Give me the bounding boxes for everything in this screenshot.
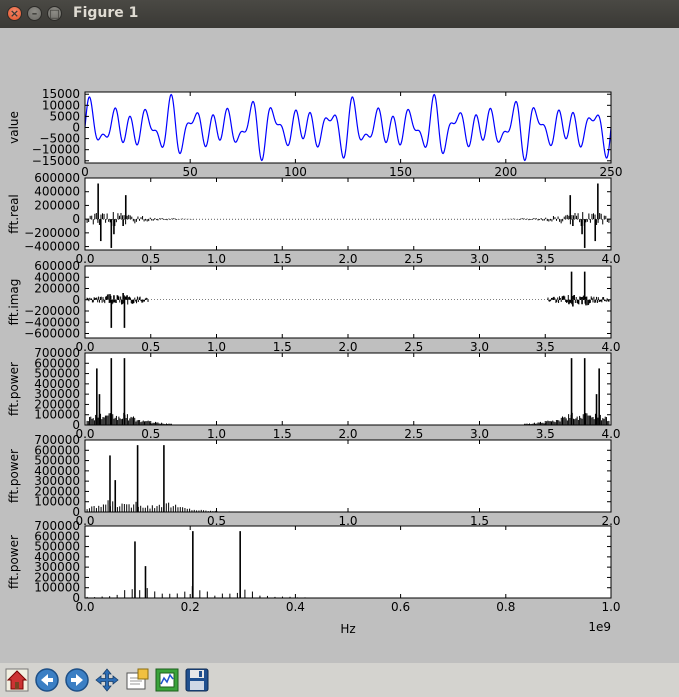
x-tick-label: 1.0 (601, 600, 620, 614)
minimize-window-button[interactable]: – (27, 6, 42, 21)
y-tick-label: 200000 (34, 198, 80, 212)
x-tick-label: 3.0 (470, 427, 489, 441)
x-tick-label: 4.0 (601, 252, 620, 266)
x-tick-label: 1.5 (273, 252, 292, 266)
subplot-1: 0 50 100 150 200 250150001000050000−5000−1000… (7, 87, 622, 179)
subplots-button[interactable] (153, 666, 181, 694)
save-button[interactable] (183, 666, 211, 694)
window-title: Figure 1 (73, 5, 139, 21)
subplot-4: 0.0 0.5 1.0 1.5 2.0 2.5 3.0 3.5 4.07000006000005… (7, 346, 621, 441)
floppy-disk-icon (185, 668, 209, 692)
close-window-button[interactable]: × (7, 6, 22, 21)
x-tick-label: 1.5 (273, 427, 292, 441)
back-button[interactable] (33, 666, 61, 694)
arrow-left-icon (35, 668, 59, 692)
maximize-window-button[interactable]: □ (47, 6, 62, 21)
move-icon (95, 668, 119, 692)
x-tick-label: 0.5 (141, 427, 160, 441)
y-axis-label: value (7, 111, 21, 144)
y-tick-label: −600000 (24, 327, 80, 341)
x-tick-label: 4.0 (601, 340, 620, 354)
x-tick-label: 1.0 (207, 340, 226, 354)
x-tick-label: 200 (494, 165, 517, 179)
axes-background (85, 353, 611, 425)
x-tick-label: 0.2 (181, 600, 200, 614)
y-axis-label: fft.power (7, 535, 21, 589)
zoom-rect-icon (126, 668, 149, 690)
y-tick-label: −400000 (24, 240, 80, 254)
x-tick-label: 1.5 (273, 340, 292, 354)
x-tick-label: 0.4 (286, 600, 305, 614)
y-tick-label: 0 (72, 418, 80, 432)
x-tick-label: 3.5 (536, 427, 555, 441)
x-tick-label: 2.0 (338, 252, 357, 266)
y-axis-label: fft.imag (7, 279, 21, 326)
x-tick-label: 0.8 (496, 600, 515, 614)
arrow-right-icon (65, 668, 89, 692)
y-tick-label: 0 (72, 591, 80, 605)
x-tick-label: 0.5 (141, 252, 160, 266)
navigation-toolbar (0, 663, 679, 697)
home-icon (5, 668, 29, 692)
y-tick-label: −200000 (24, 226, 80, 240)
window-titlebar: × – □ Figure 1 (0, 0, 679, 28)
y-tick-label: 600000 (34, 171, 80, 185)
y-tick-label: 0 (72, 505, 80, 519)
y-axis-label: fft.power (7, 362, 21, 416)
x-tick-label: 0 (81, 165, 89, 179)
home-button[interactable] (3, 666, 31, 694)
x-axis-multiplier: 1e9 (588, 620, 611, 634)
forward-button[interactable] (63, 666, 91, 694)
x-tick-label: 100 (284, 165, 307, 179)
y-axis-label: fft.real (7, 194, 21, 234)
x-tick-label: 3.0 (470, 340, 489, 354)
x-tick-label: 1.0 (207, 252, 226, 266)
zoom-button[interactable] (123, 666, 151, 694)
y-tick-label: −15000 (32, 154, 80, 168)
x-tick-label: 2.5 (404, 427, 423, 441)
x-tick-label: 3.0 (470, 252, 489, 266)
subplots-icon (155, 668, 179, 692)
subplot-2: 0.0 0.5 1.0 1.5 2.0 2.5 3.0 3.5 4.06000004000002… (7, 171, 621, 266)
y-tick-label: 400000 (34, 185, 80, 199)
axes-background (85, 178, 611, 250)
x-tick-label: 2.5 (404, 252, 423, 266)
figure-canvas[interactable]: 0 50 100 150 200 250150001000050000−5000−1000… (0, 28, 679, 663)
x-axis-label: Hz (340, 622, 355, 636)
pan-button[interactable] (93, 666, 121, 694)
y-tick-label: 0 (72, 212, 80, 226)
x-tick-label: 2.0 (338, 427, 357, 441)
x-tick-label: 3.5 (536, 340, 555, 354)
y-axis-label: fft.power (7, 449, 21, 503)
subplot-6: 0.0 0.2 0.4 0.6 0.8 1.07000006000005000004000… (7, 519, 621, 636)
x-tick-label: 150 (389, 165, 412, 179)
x-tick-label: 2.0 (338, 340, 357, 354)
subplot-3: 0.0 0.5 1.0 1.5 2.0 2.5 3.0 3.5 4.06000004000002… (7, 259, 621, 354)
x-tick-label: 4.0 (601, 427, 620, 441)
subplot-5: 0.0 0.5 1.0 1.5 2.07000006000005000004000003… (7, 433, 621, 528)
x-tick-label: 0.6 (391, 600, 410, 614)
x-tick-label: 3.5 (536, 252, 555, 266)
x-tick-label: 250 (600, 165, 623, 179)
x-tick-label: 2.5 (404, 340, 423, 354)
x-tick-label: 50 (183, 165, 198, 179)
x-tick-label: 0.5 (141, 340, 160, 354)
axes-background (85, 266, 611, 338)
axes-background (85, 526, 611, 598)
x-tick-label: 1.0 (207, 427, 226, 441)
